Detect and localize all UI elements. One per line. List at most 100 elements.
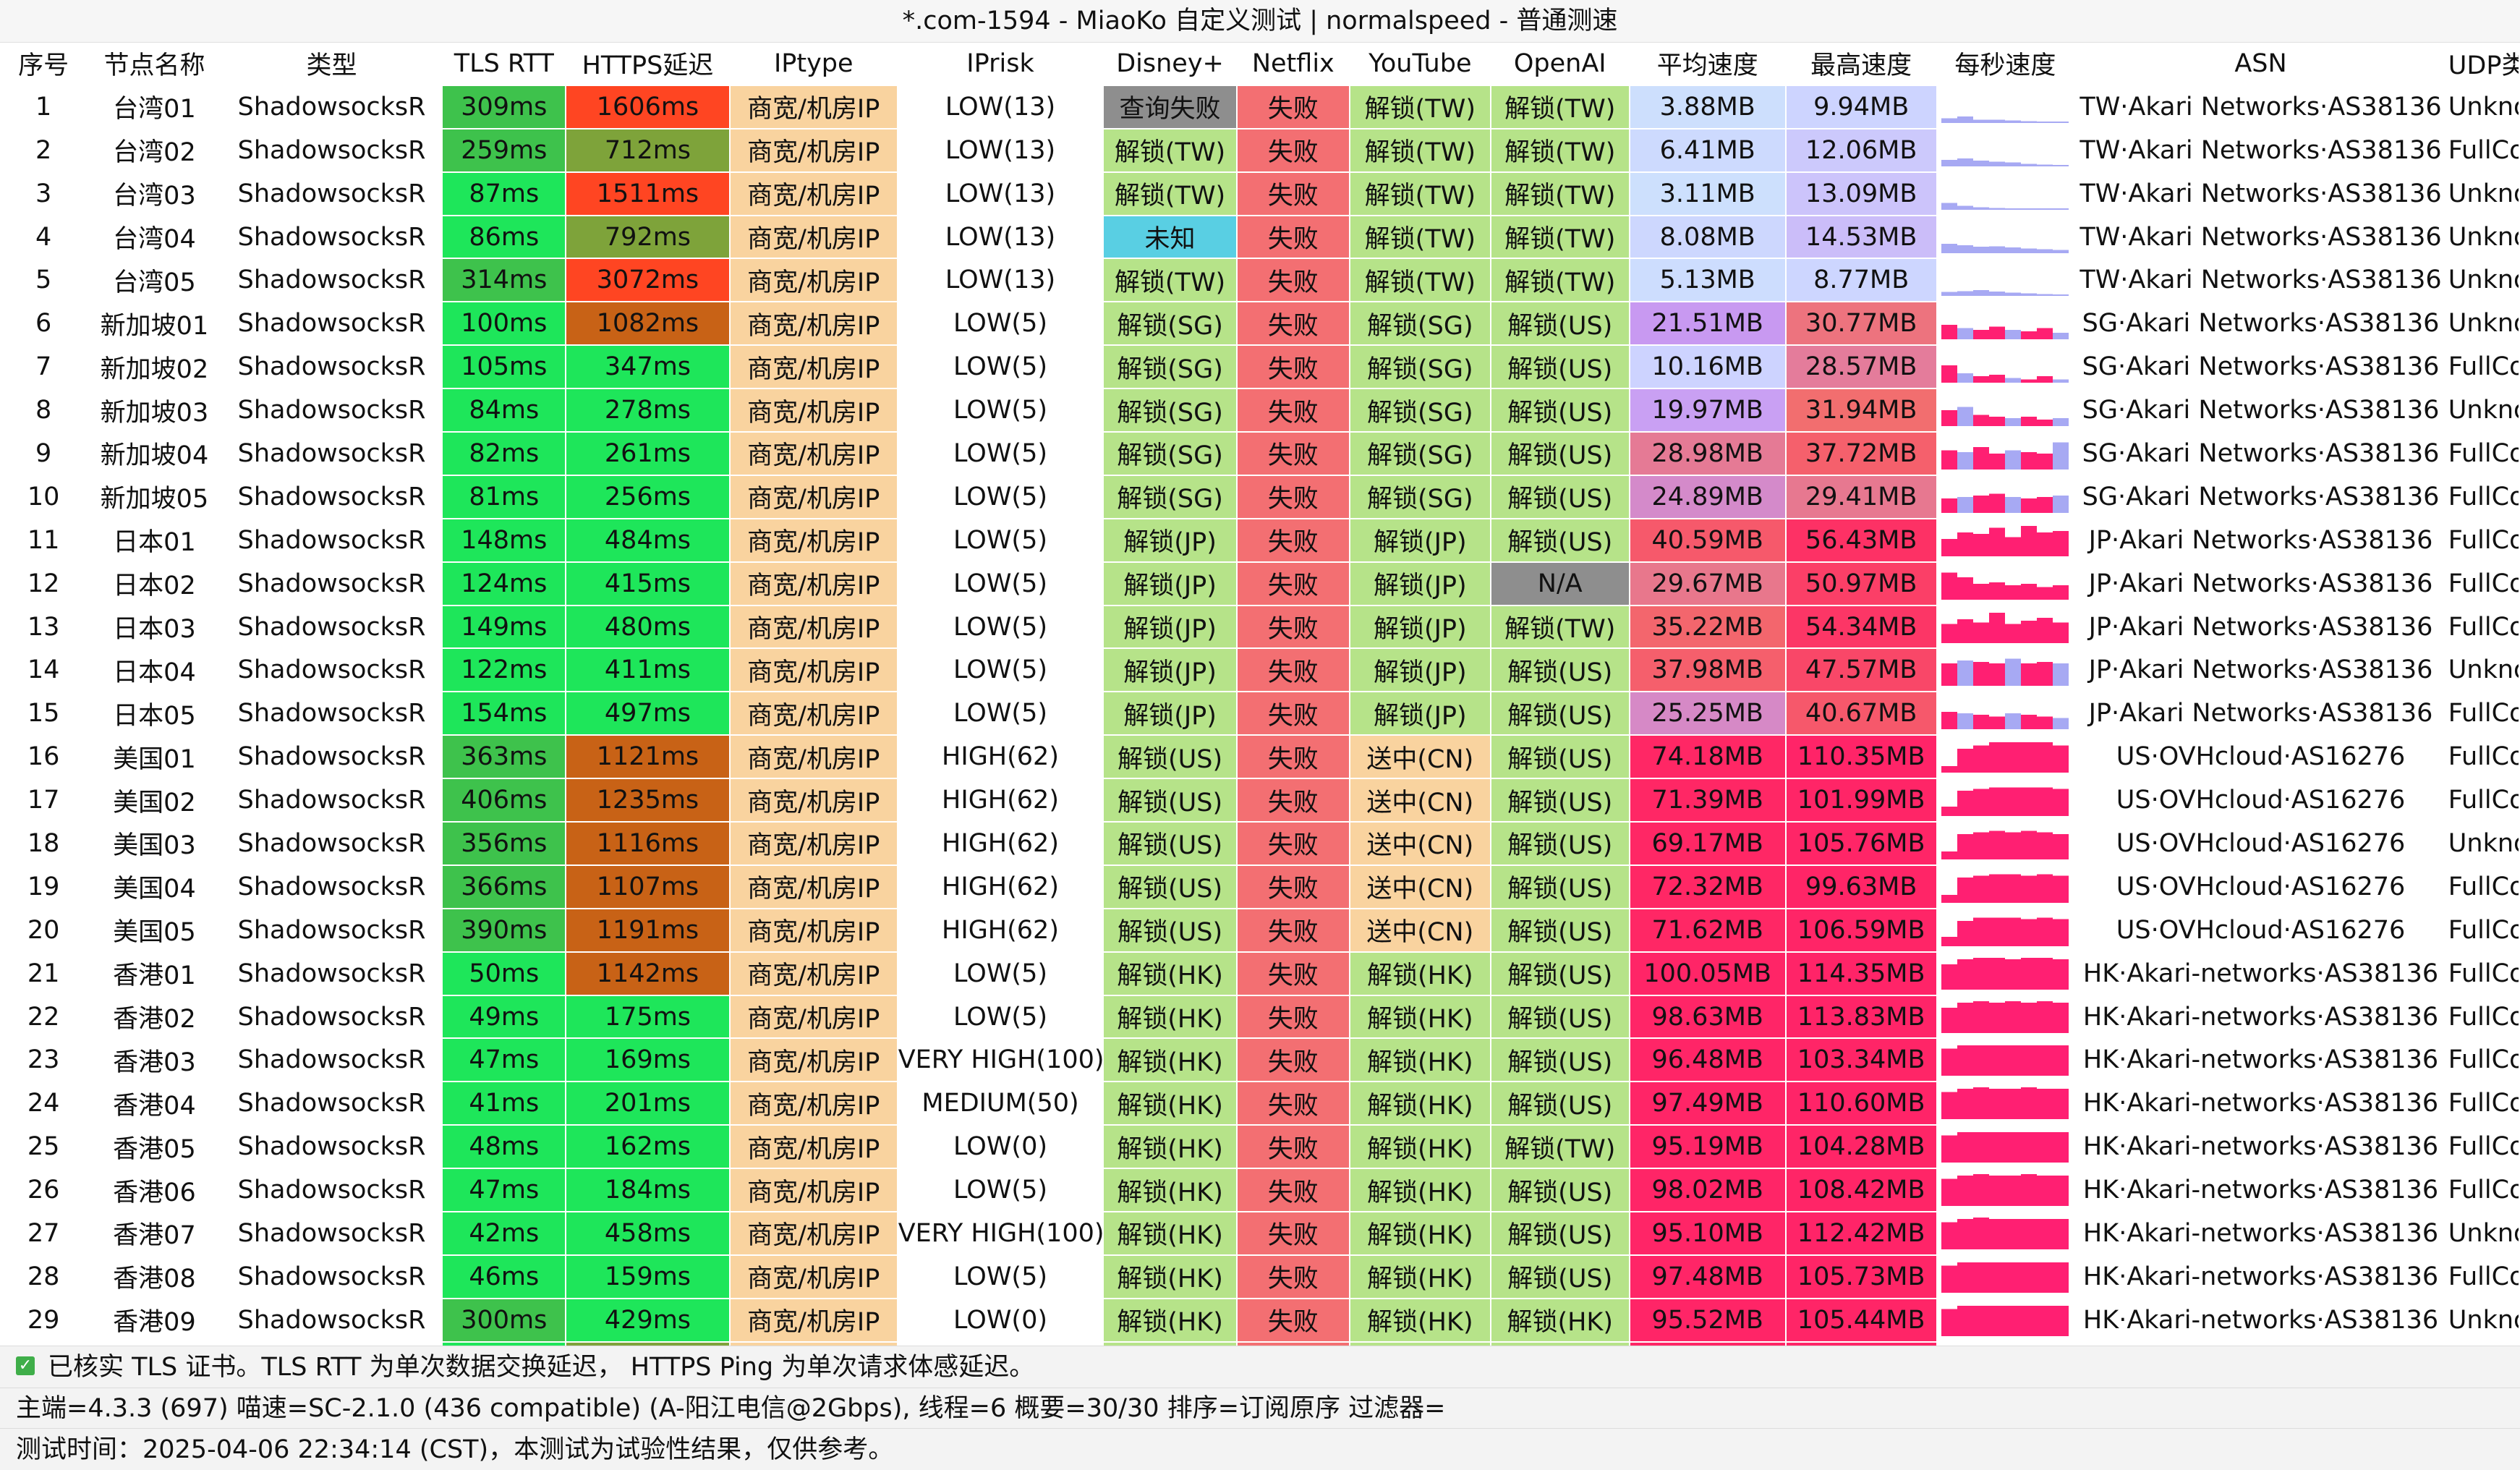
sparkline-bar [2005,1132,2022,1163]
max-speed: 40.67MB [1785,692,1938,736]
sparkline-bar [2005,713,2022,730]
table-row[interactable]: 21 香港01 ShadowsocksR 50ms 1142ms 商宽/机房IP LOW(5… [0,951,2520,996]
column-header[interactable]: 节点名称 [88,43,222,86]
table-row[interactable]: 6 新加坡01 ShadowsocksR 100ms 1082ms 商宽/机房IP LOW(… [0,302,2520,347]
table-row[interactable]: 29 香港09 ShadowsocksR 300ms 429ms 商宽/机房IP LOW(0… [0,1298,2520,1343]
sparkline-bar [2037,716,2053,730]
speed-sparkline [1936,258,2075,303]
sparkline-chart [1941,202,2069,210]
table-row[interactable]: 7 新加坡02 ShadowsocksR 105ms 347ms 商宽/机房IP LOW(5… [0,345,2520,390]
node-type: ShadowsocksR [221,432,443,476]
netflix-status: 失败 [1236,822,1350,866]
table-row[interactable]: 1 台湾01 ShadowsocksR 309ms 1606ms 商宽/机房IP LOW(1… [0,85,2520,129]
row-index: 26 [0,1168,89,1213]
sparkline-bar [1989,207,2006,210]
column-header[interactable]: YouTube [1349,43,1491,86]
youtube-status: 解锁(HK) [1349,1038,1491,1083]
column-header[interactable]: 序号 [0,43,89,86]
node-type: ShadowsocksR [221,995,443,1040]
column-header[interactable]: 每秒速度 [1936,43,2075,86]
column-header[interactable]: IPtype [729,43,898,86]
table-row[interactable]: 11 日本01 ShadowsocksR 148ms 484ms 商宽/机房IP LOW(5… [0,518,2520,563]
table-row[interactable]: 19 美国04 ShadowsocksR 366ms 1107ms 商宽/机房IP HIGH… [0,864,2520,909]
disney-status: 解锁(SG) [1103,345,1238,390]
sparkline-bar [1957,877,1974,903]
sparkline-bar [2005,450,2022,470]
node-name: 台湾01 [88,85,222,129]
table-row[interactable]: 27 香港07 ShadowsocksR 42ms 458ms 商宽/机房IP VERY H… [0,1212,2520,1256]
udp-type: Unknown [2447,822,2520,866]
column-header[interactable]: HTTPS延迟 [566,43,731,86]
column-header[interactable]: ASN [2074,43,2448,86]
table-row[interactable]: 26 香港06 ShadowsocksR 47ms 184ms 商宽/机房IP LOW(5)… [0,1168,2520,1213]
udp-type: FullCone [2447,1254,2520,1299]
openai-status: 解锁(US) [1490,345,1630,390]
table-row[interactable]: 22 香港02 ShadowsocksR 49ms 175ms 商宽/机房IP LOW(5)… [0,995,2520,1040]
column-header[interactable]: Netflix [1236,43,1350,86]
table-row[interactable]: 23 香港03 ShadowsocksR 47ms 169ms 商宽/机房IP VERY H… [0,1038,2520,1083]
sparkline-bar [1973,789,1990,817]
https-latency: 415ms [566,561,731,606]
ip-risk: LOW(13) [897,215,1104,260]
sparkline-chart [1941,493,2069,513]
row-index: 6 [0,302,89,347]
table-row[interactable]: 24 香港04 ShadowsocksR 41ms 201ms 商宽/机房IP MEDIUM… [0,1082,2520,1126]
table-row[interactable]: 9 新加坡04 ShadowsocksR 82ms 261ms 商宽/机房IP LOW(5)… [0,432,2520,476]
column-header[interactable]: TLS RTT [442,43,567,86]
max-speed: 105.76MB [1785,822,1938,866]
sparkline-bar [1989,1045,2006,1076]
table-row[interactable]: 12 日本02 ShadowsocksR 124ms 415ms 商宽/机房IP LOW(5… [0,561,2520,606]
table-row[interactable]: 8 新加坡03 ShadowsocksR 84ms 278ms 商宽/机房IP LOW(5)… [0,388,2520,433]
sparkline-bar [2021,1002,2038,1033]
udp-type: FullCone [2447,778,2520,823]
column-header[interactable]: IPrisk [897,43,1104,86]
row-index: 5 [0,258,89,303]
table-row[interactable]: 10 新加坡05 ShadowsocksR 81ms 256ms 商宽/机房IP LOW(5… [0,475,2520,519]
sparkline-bar [2005,1176,2022,1207]
table-row[interactable]: 15 日本05 ShadowsocksR 154ms 497ms 商宽/机房IP LOW(5… [0,692,2520,736]
netflix-status: 失败 [1236,1038,1350,1083]
youtube-status: 送中(CN) [1349,908,1491,953]
column-header[interactable]: Disney+ [1103,43,1238,86]
sparkline-bar [1957,577,1974,600]
disney-status: 解锁(TW) [1103,258,1238,303]
table-row[interactable]: 2 台湾02 ShadowsocksR 259ms 712ms 商宽/机房IP LOW(13… [0,128,2520,173]
sparkline-bar [2005,787,2022,817]
table-row[interactable]: 3 台湾03 ShadowsocksR 87ms 1511ms 商宽/机房IP LOW(13… [0,171,2520,216]
sparkline-bar [2053,833,2069,859]
table-row[interactable]: 17 美国02 ShadowsocksR 406ms 1235ms 商宽/机房IP HIGH… [0,778,2520,823]
node-type: ShadowsocksR [221,605,443,650]
asn: TW·Akari Networks·AS38136 [2074,128,2448,173]
table-row[interactable]: 20 美国05 ShadowsocksR 390ms 1191ms 商宽/机房IP HIGH… [0,908,2520,953]
table-row[interactable]: 18 美国03 ShadowsocksR 356ms 1116ms 商宽/机房IP HIGH… [0,822,2520,866]
table-row[interactable]: 4 台湾04 ShadowsocksR 86ms 792ms 商宽/机房IP LOW(13)… [0,215,2520,260]
table-row[interactable]: 14 日本04 ShadowsocksR 122ms 411ms 商宽/机房IP LOW(5… [0,648,2520,693]
ip-risk: LOW(5) [897,1254,1104,1299]
column-header[interactable]: 平均速度 [1629,43,1787,86]
column-header[interactable]: 类型 [221,43,443,86]
ip-risk: LOW(13) [897,258,1104,303]
table-row[interactable]: 13 日本03 ShadowsocksR 149ms 480ms 商宽/机房IP LOW(5… [0,605,2520,650]
table-row[interactable]: 5 台湾05 ShadowsocksR 314ms 3072ms 商宽/机房IP LOW(1… [0,258,2520,303]
sparkline-bar [2037,121,2053,123]
speedtest-report: *.com-1594 - MiaoKo 自定义测试 | normalspeed … [0,0,2520,1470]
row-index: 27 [0,1212,89,1256]
openai-status: 解锁(US) [1490,822,1630,866]
sparkline-bar [2053,663,2069,687]
sparkline-bar [2021,379,2038,383]
column-header[interactable]: 最高速度 [1785,43,1938,86]
sparkline-bar [2053,333,2069,340]
table-row[interactable]: 28 香港08 ShadowsocksR 46ms 159ms 商宽/机房IP LOW(5)… [0,1254,2520,1299]
sparkline-bar [2005,537,2022,556]
udp-type: FullCone [2447,735,2520,780]
table-row[interactable]: 25 香港05 ShadowsocksR 48ms 162ms 商宽/机房IP LOW(0)… [0,1125,2520,1170]
sparkline-bar [2037,587,2053,600]
ip-risk: LOW(13) [897,85,1104,129]
sparkline-bar [1989,1089,2006,1120]
max-speed: 13.09MB [1785,171,1938,216]
column-header[interactable]: UDP类型 [2447,43,2520,86]
disney-status: 解锁(HK) [1103,1212,1238,1256]
column-header[interactable]: OpenAI [1490,43,1630,86]
openai-status: 解锁(TW) [1490,215,1630,260]
table-row[interactable]: 16 美国01 ShadowsocksR 363ms 1121ms 商宽/机房IP HIGH… [0,735,2520,780]
